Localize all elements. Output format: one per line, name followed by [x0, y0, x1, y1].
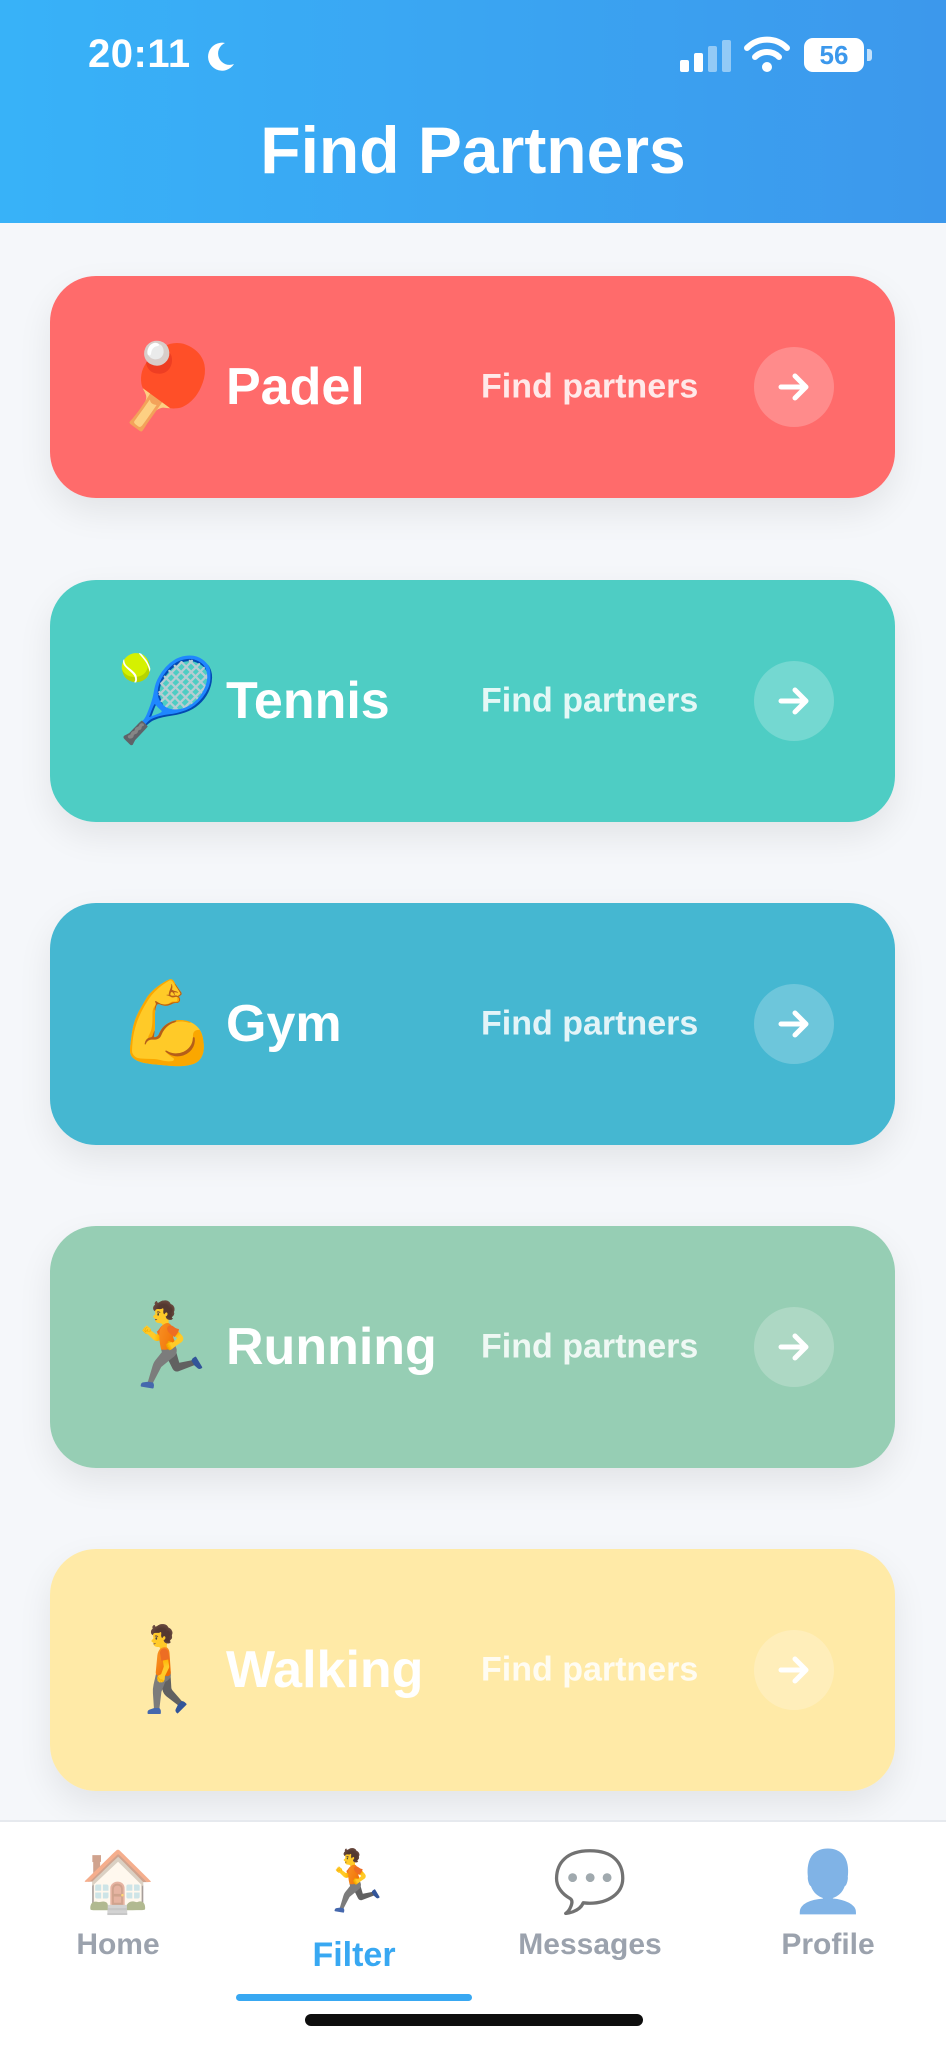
wifi-icon — [744, 36, 790, 72]
speech-bubble-icon: 💬 — [552, 1848, 628, 1915]
sport-name: Tennis — [226, 672, 390, 730]
find-partners-label[interactable]: Find partners — [481, 682, 698, 721]
sport-card-walking[interactable]: 🚶 Walking Find partners — [50, 1549, 895, 1791]
tab-home[interactable]: 🏠 Home — [0, 1822, 236, 2002]
find-partners-label[interactable]: Find partners — [481, 1328, 698, 1367]
arrow-right-icon[interactable] — [754, 661, 834, 741]
house-icon: 🏠 — [80, 1848, 156, 1915]
padel-racket-icon: 🏓 — [116, 341, 219, 432]
app-header: 20:11 56 Find Partners — [0, 0, 946, 223]
sport-card-gym[interactable]: 💪 Gym Find partners — [50, 903, 895, 1145]
battery-icon: 56 — [804, 38, 874, 74]
tab-label: Home — [76, 1928, 160, 1961]
sport-card-tennis[interactable]: 🎾 Tennis Find partners — [50, 580, 895, 822]
sport-name: Walking — [226, 1641, 424, 1699]
arrow-right-icon[interactable] — [754, 1307, 834, 1387]
active-tab-indicator — [236, 1994, 472, 2001]
walker-icon: 🚶 — [116, 1624, 219, 1715]
tennis-ball-icon: 🎾 — [116, 655, 219, 746]
page-title: Find Partners — [260, 113, 686, 187]
moon-icon — [208, 42, 234, 71]
runner-icon: 🏃 — [316, 1848, 392, 1915]
home-indicator[interactable] — [305, 2014, 643, 2026]
runner-icon: 🏃 — [116, 1301, 219, 1392]
sport-card-padel[interactable]: 🏓 Padel Find partners — [50, 276, 895, 498]
arrow-right-icon[interactable] — [754, 347, 834, 427]
sport-name: Running — [226, 1318, 437, 1376]
status-time: 20:11 — [88, 32, 191, 76]
find-partners-label[interactable]: Find partners — [481, 1005, 698, 1044]
arrow-right-icon[interactable] — [754, 1630, 834, 1710]
arrow-right-icon[interactable] — [754, 984, 834, 1064]
person-silhouette-icon: 👤 — [790, 1848, 866, 1915]
tab-label: Profile — [781, 1928, 875, 1961]
tab-messages[interactable]: 💬 Messages — [472, 1822, 708, 2002]
flexed-biceps-icon: 💪 — [116, 978, 219, 1069]
tab-label: Filter — [312, 1936, 396, 1974]
sport-list[interactable]: 🏓 Padel Find partners 🎾 Tennis Find part… — [0, 223, 946, 1820]
signal-icon — [680, 40, 731, 72]
tab-filter[interactable]: 🏃 Filter — [236, 1822, 472, 2002]
tab-profile[interactable]: 👤 Profile — [710, 1822, 946, 2002]
find-partners-label[interactable]: Find partners — [481, 368, 698, 407]
tab-label: Messages — [518, 1928, 662, 1961]
sport-name: Padel — [226, 358, 365, 416]
battery-level: 56 — [804, 38, 864, 72]
sport-name: Gym — [226, 995, 342, 1053]
sport-card-running[interactable]: 🏃 Running Find partners — [50, 1226, 895, 1468]
find-partners-label[interactable]: Find partners — [481, 1651, 698, 1690]
